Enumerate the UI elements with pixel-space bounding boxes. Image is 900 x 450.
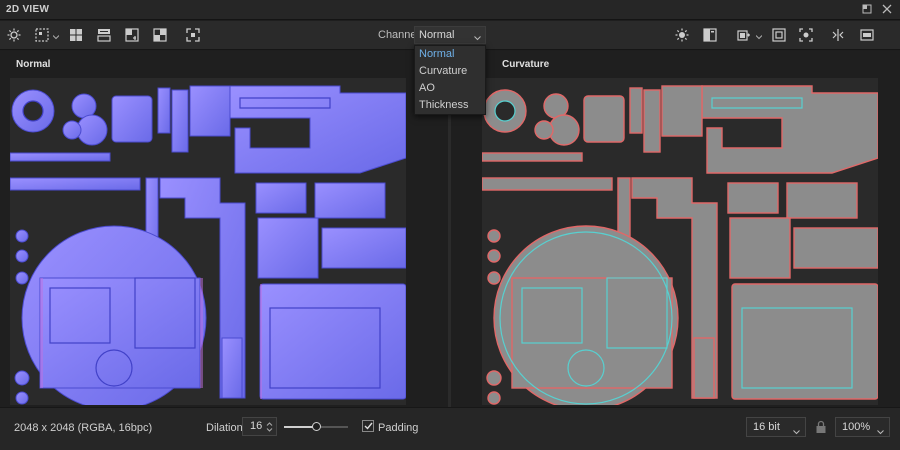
sun-icon[interactable]	[5, 27, 23, 43]
stepper-arrows-icon[interactable]	[266, 421, 273, 439]
grid-select-icon[interactable]	[33, 27, 51, 43]
chevron-down-icon	[474, 32, 481, 44]
dilation-slider-handle[interactable]	[311, 422, 321, 431]
lock-icon[interactable]	[815, 420, 827, 434]
layout-split-icon[interactable]	[95, 27, 113, 43]
maximize-icon[interactable]	[860, 2, 874, 16]
channel-dropdown: Normal Curvature AO Thickness	[414, 45, 486, 115]
dropdown-option-normal[interactable]: Normal	[415, 46, 485, 63]
channel-label: Channel	[378, 29, 419, 41]
layout-split-alt-icon[interactable]	[151, 27, 169, 43]
chevron-down-icon[interactable]	[52, 31, 60, 40]
checkmark-icon	[364, 422, 373, 430]
dilation-stepper[interactable]: 16	[242, 417, 277, 436]
pane-title-curvature: Curvature	[502, 59, 550, 70]
padding-checkbox[interactable]	[362, 420, 374, 432]
layout-grid-icon[interactable]	[67, 27, 85, 43]
dropdown-option-curvature[interactable]: Curvature	[415, 63, 485, 80]
curvature-view-pane: Curvature	[451, 51, 900, 407]
dilation-value: 16	[250, 420, 263, 432]
window-icon[interactable]	[858, 27, 876, 43]
dropdown-option-thickness[interactable]: Thickness	[415, 97, 485, 114]
compare-icon[interactable]	[829, 27, 847, 43]
window-title: 2D VIEW	[6, 4, 50, 15]
close-icon[interactable]	[880, 2, 894, 16]
sun-icon[interactable]	[673, 27, 691, 43]
dilation-label: Dilation	[206, 422, 243, 434]
zoom-value: 100%	[842, 421, 871, 433]
panel-icon[interactable]	[701, 27, 719, 43]
title-bar: 2D VIEW	[0, 0, 900, 20]
export-icon[interactable]	[735, 27, 753, 43]
channel-select[interactable]: Normal	[414, 26, 486, 44]
status-bar: 2048 x 2048 (RGBA, 16bpc) Dilation 16 Pa…	[0, 407, 900, 450]
focus-icon[interactable]	[797, 27, 815, 43]
normal-map-canvas[interactable]	[10, 78, 406, 405]
resolution-info: 2048 x 2048 (RGBA, 16bpc)	[14, 422, 153, 434]
dropdown-option-ao[interactable]: AO	[415, 80, 485, 97]
curvature-map-canvas[interactable]	[482, 78, 878, 405]
bit-depth-select[interactable]: 16 bit	[746, 417, 806, 437]
dilation-slider[interactable]	[284, 422, 348, 431]
fit-view-icon[interactable]	[770, 27, 788, 43]
normal-view-pane: Normal	[0, 51, 448, 407]
chevron-down-icon	[877, 423, 884, 441]
layout-corners-icon[interactable]	[184, 27, 202, 43]
channel-select-value: Normal	[419, 29, 455, 41]
chevron-down-icon	[793, 423, 800, 441]
padding-label: Padding	[378, 422, 419, 434]
chevron-down-icon[interactable]	[755, 31, 763, 40]
layout-swap-icon[interactable]	[123, 27, 141, 43]
bit-depth-value: 16 bit	[753, 421, 780, 433]
pane-title-normal: Normal	[16, 59, 51, 70]
zoom-select[interactable]: 100%	[835, 417, 890, 437]
